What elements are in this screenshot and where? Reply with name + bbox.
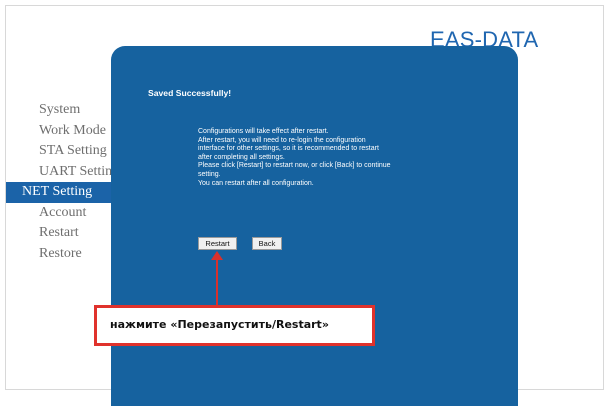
annotation-text: нажмите «Перезапустить/Restart» [110,318,329,331]
sidebar-item-sta-setting[interactable]: STA Setting [6,141,118,162]
message-line: setting. [198,170,221,178]
message-line: interface for other settings, so it is r… [198,145,379,153]
message-line: Please click [Restart] to restart now, o… [198,162,391,170]
sidebar-item-system[interactable]: System [6,100,118,121]
message-line: after completing all settings. [198,153,285,161]
sidebar-nav: System Work Mode STA Setting UART Settin… [6,100,119,265]
sidebar-item-work-mode[interactable]: Work Mode [6,121,118,142]
sidebar-item-account[interactable]: Account [6,203,118,224]
message-line: You can restart after all configuration. [198,179,314,187]
restart-message: Configurations will take effect after re… [198,128,453,188]
message-line: After restart, you will need to re-login… [198,136,366,144]
sidebar-item-restore[interactable]: Restore [6,244,118,265]
back-button[interactable]: Back [252,237,282,250]
annotation-arrow-line [216,259,218,305]
content-panel [111,46,518,406]
sidebar-item-restart[interactable]: Restart [6,223,118,244]
restart-button[interactable]: Restart [198,237,237,250]
sidebar-item-net-setting[interactable]: NET Setting [6,182,118,203]
sidebar-item-uart-setting[interactable]: UART Setting [6,162,119,183]
annotation-callout-box: нажмите «Перезапустить/Restart» [94,305,375,346]
message-line: Configurations will take effect after re… [198,128,329,135]
saved-success-title: Saved Successfully! [148,88,232,98]
